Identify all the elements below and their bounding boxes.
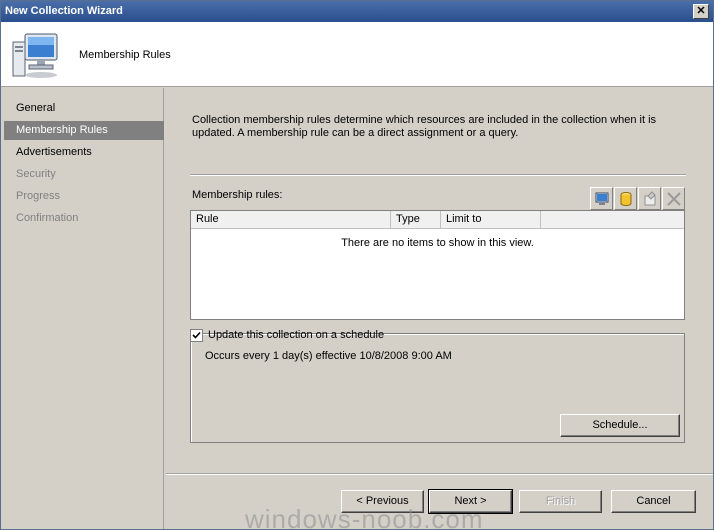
new-direct-rule-button[interactable]: [590, 187, 613, 210]
wizard-header: Membership Rules: [1, 22, 713, 87]
delete-icon: [667, 192, 681, 206]
properties-icon: [644, 191, 656, 206]
nav-item-general[interactable]: General: [4, 99, 164, 118]
computer-icon: [11, 30, 65, 80]
list-header: Rule Type Limit to: [191, 211, 684, 229]
close-button[interactable]: ✕: [693, 4, 709, 19]
footer-divider: [166, 473, 713, 475]
schedule-summary: Occurs every 1 day(s) effective 10/8/200…: [205, 350, 452, 362]
finish-button: Finish: [519, 490, 602, 513]
description-text: Collection membership rules determine wh…: [192, 114, 657, 139]
new-query-rule-button[interactable]: [614, 187, 637, 210]
window-title: New Collection Wizard: [5, 5, 123, 17]
column-header-limit-to[interactable]: Limit to: [441, 211, 541, 229]
schedule-checkbox-row[interactable]: Update this collection on a schedule: [188, 328, 384, 342]
cancel-button[interactable]: Cancel: [611, 490, 696, 513]
nav-item-progress: Progress: [16, 190, 61, 202]
delete-button[interactable]: [662, 187, 685, 210]
nav-item-membership-rules[interactable]: Membership Rules: [4, 121, 164, 140]
title-bar[interactable]: New Collection Wizard ✕: [1, 1, 713, 22]
new-direct-rule-icon: [595, 192, 609, 205]
watermark: windows-noob.com: [245, 504, 484, 530]
membership-rules-list[interactable]: Rule Type Limit to There are no items to…: [190, 210, 685, 320]
column-header-rule[interactable]: Rule: [191, 211, 391, 229]
schedule-checkbox[interactable]: [190, 329, 203, 342]
schedule-button[interactable]: Schedule...: [560, 414, 680, 437]
wizard-nav: General Membership Rules Advertisements …: [1, 88, 164, 529]
checkmark-icon: [192, 331, 201, 339]
page-heading: Membership Rules: [79, 49, 171, 61]
properties-button[interactable]: [638, 187, 661, 210]
nav-item-confirmation: Confirmation: [16, 212, 79, 224]
column-header-type[interactable]: Type: [391, 211, 441, 229]
empty-list-message: There are no items to show in this view.: [341, 237, 534, 249]
nav-item-security: Security: [16, 168, 56, 180]
divider: [190, 174, 686, 176]
new-query-rule-icon: [620, 192, 632, 206]
schedule-checkbox-label[interactable]: Update this collection on a schedule: [208, 329, 384, 341]
membership-rules-label: Membership rules:: [192, 189, 283, 201]
wizard-window: New Collection Wizard ✕ Membership Rules…: [0, 0, 714, 530]
wizard-content: Collection membership rules determine wh…: [166, 88, 713, 472]
nav-item-advertisements[interactable]: Advertisements: [4, 143, 164, 162]
